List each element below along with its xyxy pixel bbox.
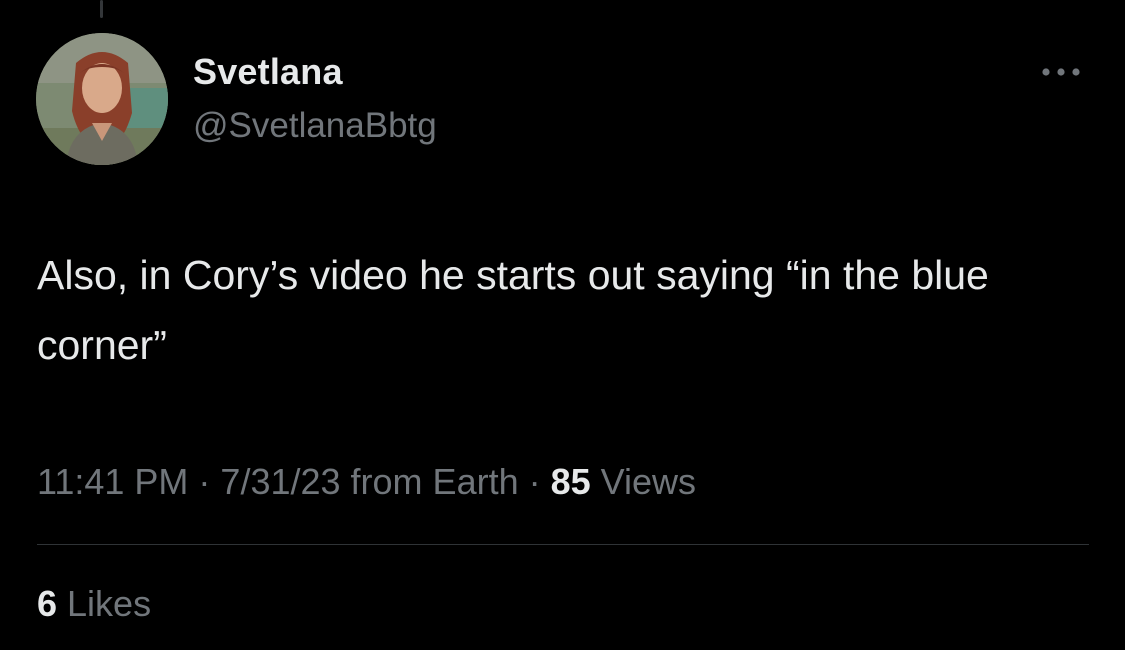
avatar-photo-icon (36, 33, 168, 165)
tweet-text: Also, in Cory’s video he starts out sayi… (37, 252, 989, 368)
thread-connector-line (100, 0, 103, 18)
more-options-button[interactable] (1036, 60, 1086, 84)
likes-label: Likes (57, 583, 152, 624)
meta-separator: · (188, 461, 221, 502)
likes-count: 6 (37, 583, 58, 624)
divider (37, 544, 1089, 545)
tweet-metadata: 11:41 PM · 7/31/23 from Earth · 85 Views (37, 458, 696, 506)
tweet-date[interactable]: 7/31/23 (220, 461, 340, 502)
likes-link[interactable]: 6 Likes (37, 580, 151, 628)
meta-separator: · (518, 461, 551, 502)
author-avatar[interactable] (36, 33, 168, 165)
views-count[interactable]: 85 (551, 461, 591, 502)
author-handle[interactable]: @SvetlanaBbtg (193, 104, 437, 148)
more-horizontal-icon (1042, 68, 1080, 76)
tweet-time[interactable]: 11:41 PM (37, 461, 188, 502)
tweet-source: from Earth (340, 461, 519, 502)
author-display-name[interactable]: Svetlana (193, 50, 343, 94)
views-label[interactable]: Views (591, 461, 696, 502)
